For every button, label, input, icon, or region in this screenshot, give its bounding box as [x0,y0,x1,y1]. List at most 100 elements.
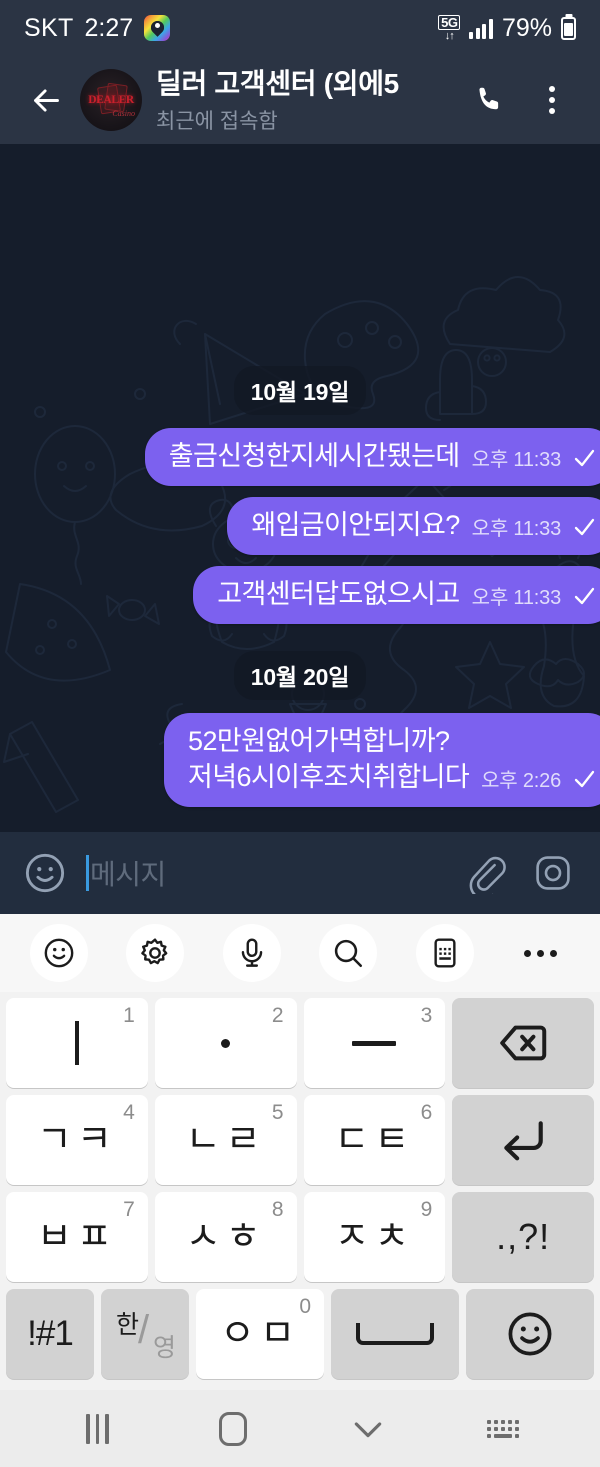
lang-english-label: 영 [152,1334,176,1362]
key-number: 2 [271,1004,284,1027]
key-number: 8 [271,1198,284,1221]
key-digeut-tieut[interactable]: ㄷㅌ 6 [303,1095,446,1185]
key-symbols[interactable]: !#1 [6,1289,94,1379]
phone-icon [479,87,499,110]
key-label: .,?! [496,1216,551,1257]
key-enter[interactable] [452,1095,594,1185]
message-row[interactable]: 고객센터답도없으시고 오후 11:33 [0,566,600,625]
home-button[interactable] [198,1399,268,1459]
message-row[interactable]: 왜입금이안되지요? 오후 11:33 [0,497,600,556]
key-number: 7 [123,1198,135,1221]
camera-button[interactable] [532,852,574,894]
battery-percent-label: 79% [501,13,552,42]
emoji-face-icon [25,853,65,893]
network-5g-icon: 5G ↓↑ [438,14,461,42]
call-button[interactable] [464,74,516,126]
recents-icon [86,1413,109,1444]
message-input[interactable]: 메시지 [86,853,464,893]
check-sent-icon [574,587,595,604]
key-jieut-chieut[interactable]: ㅈㅊ 9 [303,1192,446,1282]
avatar[interactable]: DEALER Casino [80,69,142,131]
kb-clipboard-button[interactable] [415,924,474,982]
header-subtitle: 최근에 접속함 [156,109,278,133]
back-button[interactable] [18,72,74,128]
message-row[interactable]: 출금신청한지세시간됐는데 오후 11:33 [0,428,600,487]
keyboard-icon [486,1419,519,1438]
message-bubble[interactable]: 왜입금이안되지요? 오후 11:33 [227,497,600,556]
message-bubble[interactable]: 52만원없어가먹합니까? 저녁6시이후조치취합니다 오후 2:26 [164,713,600,807]
message-bubble[interactable]: 고객센터답도없으시고 오후 11:33 [193,566,600,625]
key-emoji[interactable] [466,1289,594,1379]
keyboard-row: 1 2 3 [6,998,594,1088]
keyboard-row: ㄱㅋ 4 ㄴㄹ 5 ㄷㅌ 6 [6,1095,594,1185]
header-actions [464,74,578,126]
paperclip-icon [469,856,506,894]
key-ieung-mieum[interactable]: ㅇㅁ 0 [196,1289,324,1379]
message-text: 52만원없어가먹합니까? 저녁6시이후조치취합니다 [188,726,470,793]
message-text: 출금신청한지세시간됐는데 [168,441,460,472]
key-number: 3 [420,1004,433,1027]
more-horizontal-icon [524,949,558,957]
message-text: 왜입금이안되지요? [251,510,460,541]
key-siot-hieut[interactable]: ㅅㅎ 8 [154,1192,297,1282]
hide-keyboard-button[interactable] [333,1399,403,1459]
key-label: !#1 [27,1314,74,1353]
key-number: 9 [420,1198,433,1221]
emoji-button[interactable] [22,850,68,896]
key-punctuation[interactable]: .,?! [452,1192,594,1282]
attach-button[interactable] [464,852,506,894]
keyboard-row: !#1 한 / 영 ㅇㅁ 0 [6,1289,594,1379]
message-bubble[interactable]: 출금신청한지세시간됐는데 오후 11:33 [144,428,600,487]
key-number: 4 [123,1101,135,1124]
kb-voice-button[interactable] [222,924,281,982]
message-time: 오후 11:33 [471,518,562,541]
system-nav-bar [0,1390,600,1467]
date-divider-row: 10월 20일 [0,651,600,701]
key-label: ㅇㅁ [220,1313,300,1355]
key-jungseong-eu[interactable]: 3 [303,998,446,1088]
status-bar-right: 5G ↓↑ 79% [438,14,576,43]
key-giyeok-kieuk[interactable]: ㄱㅋ 4 [6,1095,148,1185]
message-row[interactable]: 52만원없어가먹합니까? 저녁6시이후조치취합니다 오후 2:26 [0,713,600,807]
sticker-smiley-icon [44,938,74,968]
keyboard-toolbar [0,914,600,992]
kb-search-button[interactable] [319,924,378,982]
overflow-menu-button[interactable] [526,74,578,126]
key-label: ㄱㅋ [36,1119,117,1161]
message-meta: 오후 11:33 [472,581,596,613]
lang-slash: / [138,1308,150,1352]
key-backspace[interactable] [452,998,594,1088]
status-bar-left: SKT 2:27 [24,13,171,43]
key-label: ㄷㅌ [334,1119,415,1161]
header-titles[interactable]: 딜러 고객센터 (외에5 최근에 접속함 [156,65,464,135]
chat-area[interactable]: 10월 19일 출금신청한지세시간됐는데 오후 11:33 왜입금이안되지요? [0,144,600,832]
message-text: 고객센터답도없으시고 [217,579,460,610]
key-bieup-pieup[interactable]: ㅂㅍ 7 [6,1192,148,1282]
chevron-down-icon [354,1421,381,1437]
keyboard: 1 2 3 ㄱㅋ 4 ㄴㄹ 5 ㄷㅌ 6 ㅂㅍ 7 ㅅㅎ 8 ㅈㅊ 9 .,?!… [0,914,600,1390]
kb-sticker-button[interactable] [30,924,88,982]
key-space[interactable] [331,1289,459,1379]
message-time: 오후 11:33 [471,587,562,610]
switch-keyboard-button[interactable] [468,1399,538,1459]
input-placeholder: 메시지 [90,859,166,890]
key-jungseong-dot[interactable]: 2 [154,998,297,1088]
key-number: 5 [271,1101,284,1124]
check-sent-icon [574,770,595,787]
kb-more-button[interactable] [512,924,570,982]
avatar-logo-text: DEALER [88,94,134,106]
key-nieun-rieul[interactable]: ㄴㄹ 5 [154,1095,297,1185]
key-jungseong-i[interactable]: 1 [6,998,148,1088]
signal-bars-icon [469,18,493,39]
recents-button[interactable] [63,1399,133,1459]
status-bar: SKT 2:27 5G ↓↑ 79% [0,0,600,56]
key-language-toggle[interactable]: 한 / 영 [101,1289,189,1379]
date-divider: 10월 19일 [233,366,367,416]
message-time: 오후 2:26 [481,770,561,792]
key-label: ㄴㄹ [185,1119,266,1161]
key-glyph-dot [221,1038,231,1048]
status-clock: 2:27 [84,13,134,42]
location-pin-app-icon [144,15,171,41]
kb-settings-button[interactable] [126,924,185,982]
key-number: 6 [420,1101,433,1124]
